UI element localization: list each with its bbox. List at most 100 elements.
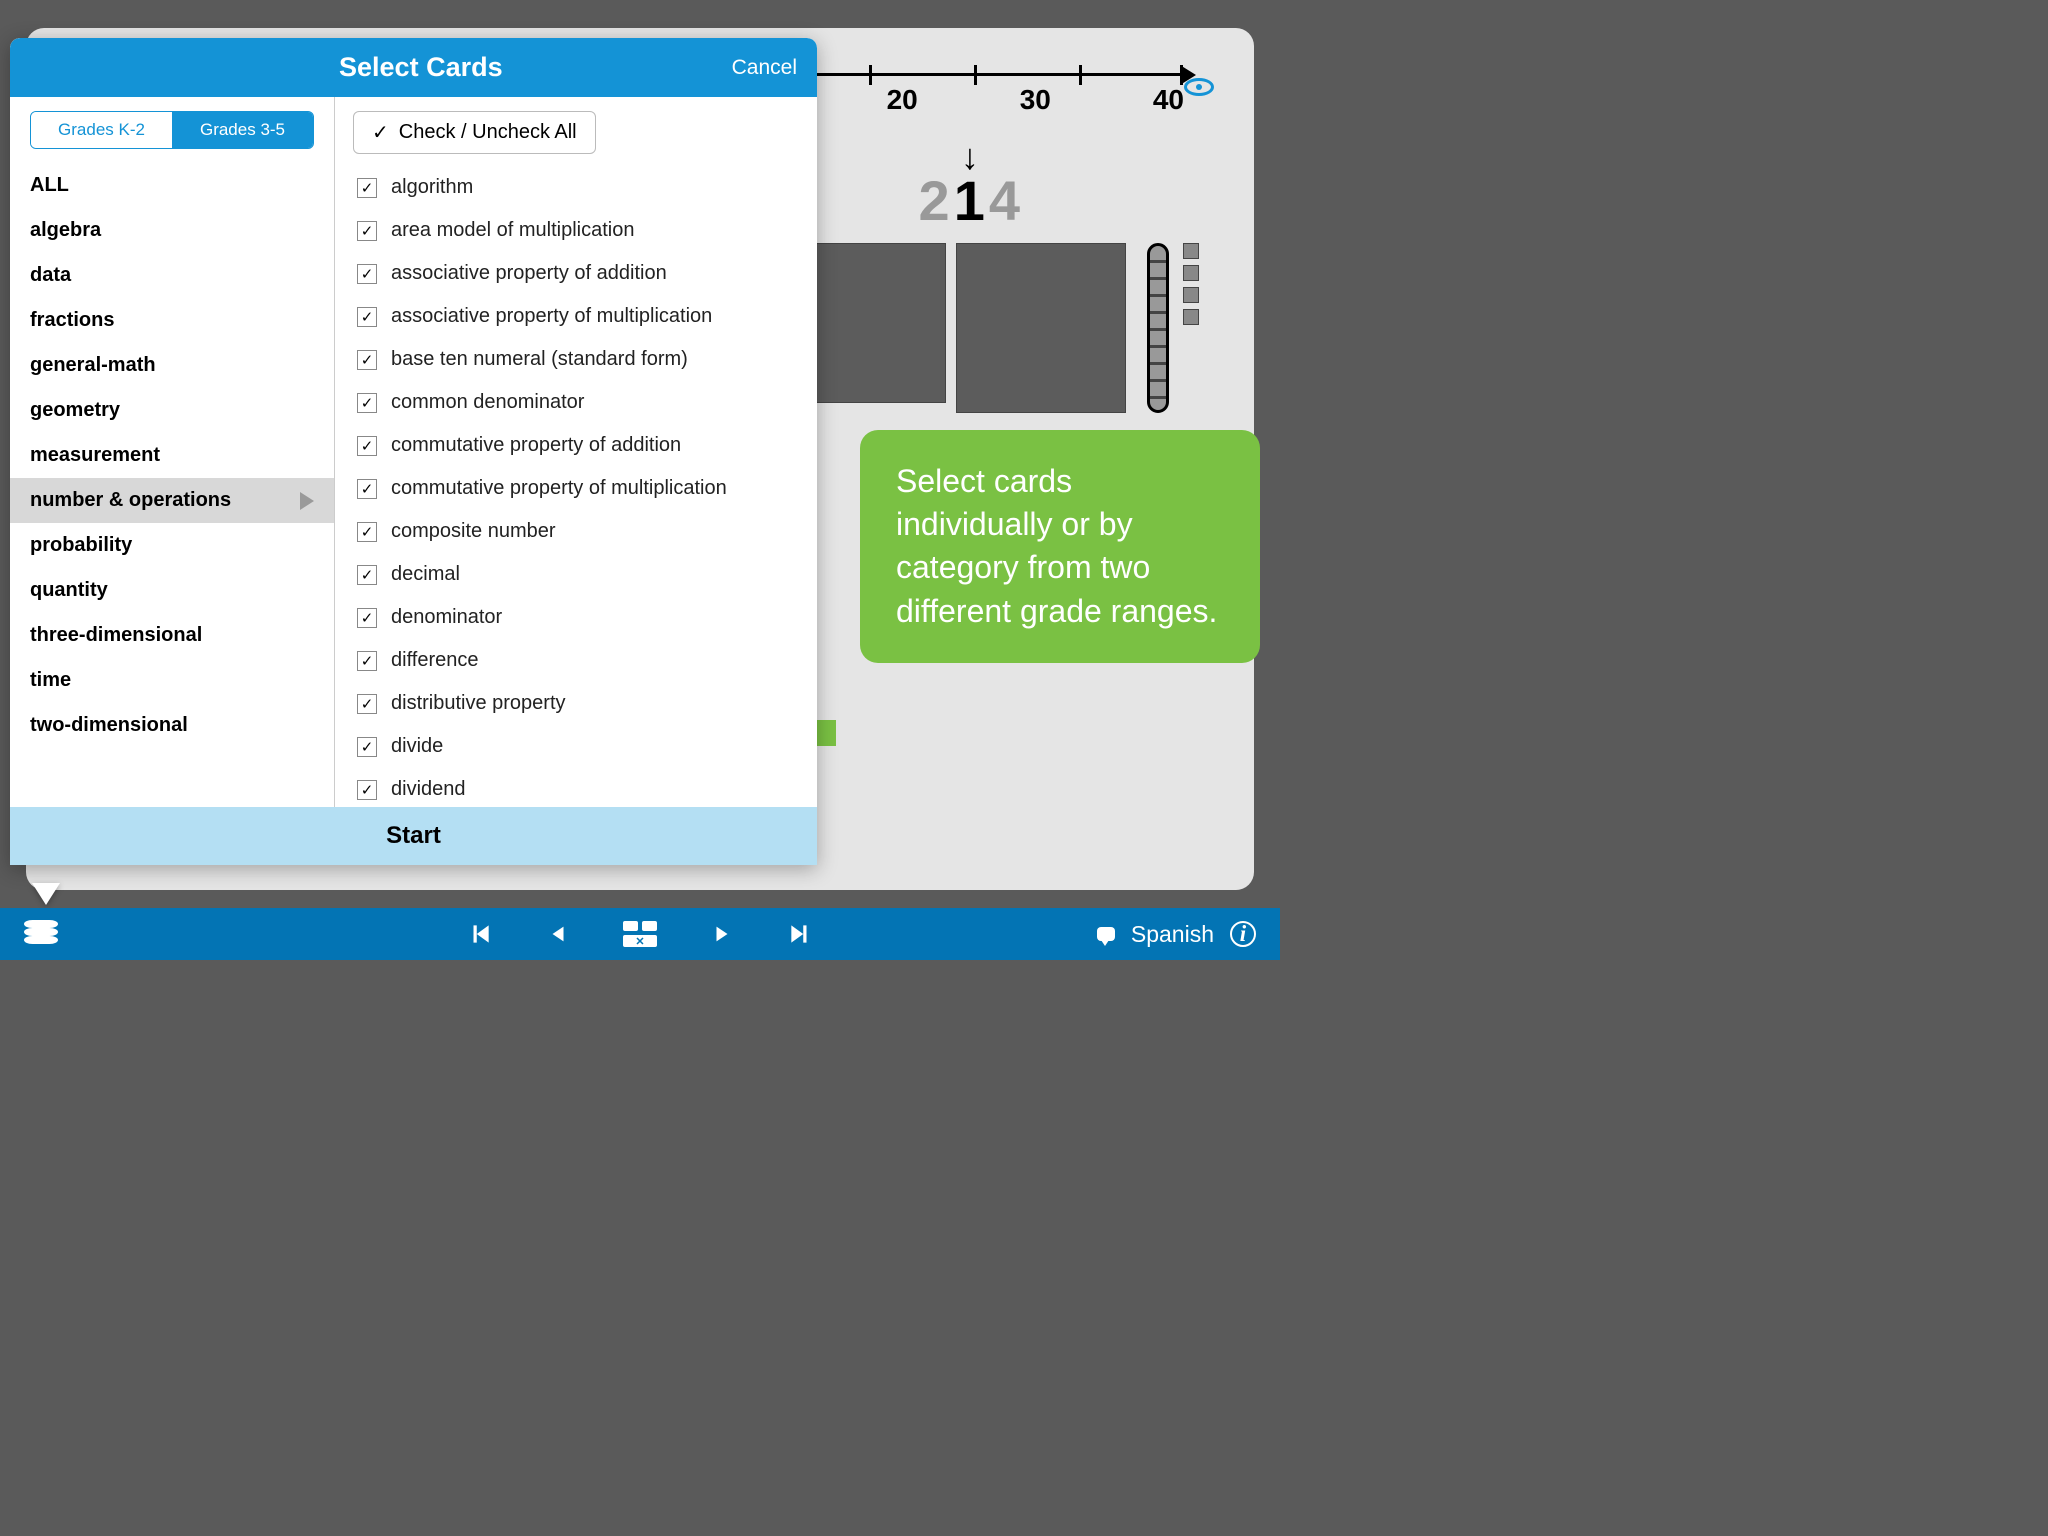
category-label: two-dimensional bbox=[30, 714, 188, 737]
category-item[interactable]: measurement bbox=[10, 433, 334, 478]
category-label: three-dimensional bbox=[30, 624, 202, 647]
callout-text: Select cards individually or by category… bbox=[896, 463, 1217, 629]
term-row[interactable]: ✓ associative property of multiplication bbox=[353, 295, 799, 338]
term-row[interactable]: ✓ divide bbox=[353, 725, 799, 768]
modal-header: Select Cards Cancel bbox=[10, 38, 817, 97]
cards-button[interactable]: ✕ bbox=[623, 921, 657, 947]
category-item[interactable]: probability bbox=[10, 523, 334, 568]
check-all-label: Check / Uncheck All bbox=[399, 121, 577, 144]
chevron-right-icon bbox=[300, 492, 314, 510]
number-line: 0 20 30 40 bbox=[764, 73, 1184, 116]
term-label: distributive property bbox=[391, 692, 566, 715]
category-label: time bbox=[30, 669, 71, 692]
category-label: measurement bbox=[30, 444, 160, 467]
term-row[interactable]: ✓ commutative property of addition bbox=[353, 424, 799, 467]
term-row[interactable]: ✓ composite number bbox=[353, 510, 799, 553]
svg-text:✕: ✕ bbox=[635, 936, 644, 947]
category-item[interactable]: number & operations bbox=[10, 478, 334, 523]
check-icon: ✓ bbox=[372, 120, 389, 145]
checkbox[interactable]: ✓ bbox=[357, 479, 377, 499]
help-callout: Select cards individually or by category… bbox=[860, 430, 1260, 663]
term-label: composite number bbox=[391, 520, 556, 543]
grade-tab-k2[interactable]: Grades K-2 bbox=[31, 112, 172, 148]
term-label: area model of multiplication bbox=[391, 219, 634, 242]
term-row[interactable]: ✓ algorithm bbox=[353, 166, 799, 209]
category-label: general-math bbox=[30, 354, 156, 377]
category-item[interactable]: geometry bbox=[10, 388, 334, 433]
category-label: number & operations bbox=[30, 489, 231, 512]
last-button[interactable] bbox=[787, 921, 813, 947]
checkbox[interactable]: ✓ bbox=[357, 522, 377, 542]
checkbox[interactable]: ✓ bbox=[357, 565, 377, 585]
term-row[interactable]: ✓ associative property of addition bbox=[353, 252, 799, 295]
term-label: base ten numeral (standard form) bbox=[391, 348, 688, 371]
category-item[interactable]: fractions bbox=[10, 298, 334, 343]
term-label: divide bbox=[391, 735, 443, 758]
speech-bubble-icon bbox=[1097, 927, 1115, 941]
category-item[interactable]: ALL bbox=[10, 163, 334, 208]
term-row[interactable]: ✓ decimal bbox=[353, 553, 799, 596]
category-item[interactable]: quantity bbox=[10, 568, 334, 613]
popover-tail bbox=[32, 883, 60, 905]
term-row[interactable]: ✓ commutative property of multiplication bbox=[353, 467, 799, 510]
checkbox[interactable]: ✓ bbox=[357, 608, 377, 628]
cancel-button[interactable]: Cancel bbox=[732, 56, 797, 80]
term-row[interactable]: ✓ denominator bbox=[353, 596, 799, 639]
term-label: decimal bbox=[391, 563, 460, 586]
term-row[interactable]: ✓ area model of multiplication bbox=[353, 209, 799, 252]
bottom-toolbar: ✕ Spanish i bbox=[0, 908, 1280, 960]
checkbox[interactable]: ✓ bbox=[357, 350, 377, 370]
checkbox[interactable]: ✓ bbox=[357, 264, 377, 284]
term-label: associative property of addition bbox=[391, 262, 667, 285]
check-uncheck-all-button[interactable]: ✓ Check / Uncheck All bbox=[353, 111, 596, 154]
term-row[interactable]: ✓ base ten numeral (standard form) bbox=[353, 338, 799, 381]
term-label: dividend bbox=[391, 778, 466, 801]
next-button[interactable] bbox=[711, 921, 733, 947]
checkbox[interactable]: ✓ bbox=[357, 436, 377, 456]
category-label: algebra bbox=[30, 219, 101, 242]
category-label: ALL bbox=[30, 174, 69, 197]
category-item[interactable]: time bbox=[10, 658, 334, 703]
term-label: denominator bbox=[391, 606, 502, 629]
term-row[interactable]: ✓ difference bbox=[353, 639, 799, 682]
category-label: data bbox=[30, 264, 71, 287]
start-button[interactable]: Start bbox=[10, 807, 817, 865]
category-item[interactable]: algebra bbox=[10, 208, 334, 253]
category-panel: Grades K-2 Grades 3-5 ALL algebra data frac… bbox=[10, 97, 335, 807]
term-label: common denominator bbox=[391, 391, 584, 414]
info-button[interactable]: i bbox=[1230, 921, 1256, 947]
term-row[interactable]: ✓ common denominator bbox=[353, 381, 799, 424]
deck-button[interactable] bbox=[24, 920, 58, 948]
checkbox[interactable]: ✓ bbox=[357, 780, 377, 800]
category-item[interactable]: two-dimensional bbox=[10, 703, 334, 748]
eye-icon[interactable] bbox=[1184, 78, 1214, 96]
prev-button[interactable] bbox=[547, 921, 569, 947]
term-row[interactable]: ✓ distributive property bbox=[353, 682, 799, 725]
term-label: algorithm bbox=[391, 176, 473, 199]
language-button[interactable]: Spanish bbox=[1131, 921, 1214, 948]
category-label: quantity bbox=[30, 579, 108, 602]
terms-panel: ✓ Check / Uncheck All ✓ algorithm ✓ area mo… bbox=[335, 97, 817, 807]
term-row[interactable]: ✓ dividend bbox=[353, 768, 799, 807]
checkbox[interactable]: ✓ bbox=[357, 221, 377, 241]
modal-title: Select Cards bbox=[110, 52, 732, 83]
category-item[interactable]: general-math bbox=[10, 343, 334, 388]
category-item[interactable]: data bbox=[10, 253, 334, 298]
select-cards-modal: Select Cards Cancel Grades K-2 Grades 3-… bbox=[10, 38, 817, 865]
term-label: commutative property of addition bbox=[391, 434, 681, 457]
checkbox[interactable]: ✓ bbox=[357, 737, 377, 757]
first-button[interactable] bbox=[467, 921, 493, 947]
checkbox[interactable]: ✓ bbox=[357, 307, 377, 327]
category-label: fractions bbox=[30, 309, 114, 332]
numline-label: 20 bbox=[887, 84, 918, 116]
category-item[interactable]: three-dimensional bbox=[10, 613, 334, 658]
checkbox[interactable]: ✓ bbox=[357, 178, 377, 198]
term-label: commutative property of multiplication bbox=[391, 477, 727, 500]
grade-tab-35[interactable]: Grades 3-5 bbox=[172, 112, 313, 148]
checkbox[interactable]: ✓ bbox=[357, 694, 377, 714]
checkbox[interactable]: ✓ bbox=[357, 393, 377, 413]
term-label: associative property of multiplication bbox=[391, 305, 712, 328]
checkbox[interactable]: ✓ bbox=[357, 651, 377, 671]
numline-label: 40 bbox=[1153, 84, 1184, 116]
term-label: difference bbox=[391, 649, 478, 672]
